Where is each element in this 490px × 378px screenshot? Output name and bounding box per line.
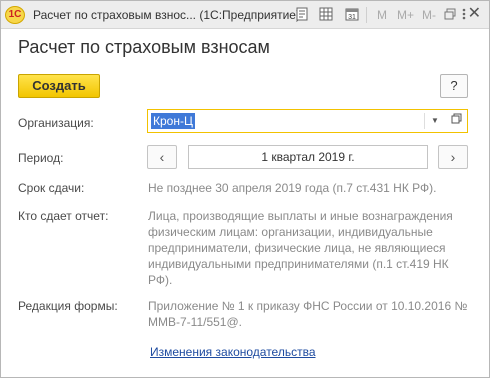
toolbar-separator xyxy=(366,7,367,23)
grid-icon[interactable] xyxy=(318,7,334,23)
open-icon[interactable] xyxy=(448,113,464,129)
field-separator xyxy=(424,113,425,129)
help-button[interactable]: ? xyxy=(440,74,468,98)
deadline-label: Срок сдачи: xyxy=(18,181,85,195)
title-bar: 1С Расчет по страховым взнос... (1С:Пред… xyxy=(1,1,489,29)
calendar-icon[interactable]: 31 xyxy=(344,7,360,23)
law-changes-link[interactable]: Изменения законодательства xyxy=(150,345,316,359)
calendar-day-text: 31 xyxy=(348,14,356,21)
chevron-left-icon: ‹ xyxy=(159,149,165,165)
who-value: Лица, производящие выплаты и иные вознаг… xyxy=(148,209,453,287)
period-field[interactable]: 1 квартал 2019 г. xyxy=(188,145,428,169)
close-icon[interactable]: ✕ xyxy=(468,6,481,22)
create-button[interactable]: Создать xyxy=(18,74,100,98)
memory-button[interactable]: M xyxy=(377,7,387,23)
period-next-button[interactable]: › xyxy=(438,145,468,169)
who-label: Кто сдает отчет: xyxy=(18,209,109,223)
deadline-value: Не позднее 30 апреля 2019 года (п.7 ст.4… xyxy=(148,181,437,195)
chevron-down-icon[interactable]: ▼ xyxy=(428,113,442,129)
restore-icon[interactable] xyxy=(441,7,457,23)
edition-label: Редакция формы: xyxy=(18,299,118,313)
memory-minus-button[interactable]: M- xyxy=(422,7,436,23)
report-window: 1С Расчет по страховым взнос... (1С:Пред… xyxy=(0,0,490,378)
chevron-right-icon: › xyxy=(450,149,456,165)
page-title: Расчет по страховым взносам xyxy=(18,37,270,57)
edition-value: Приложение № 1 к приказу ФНС России от 1… xyxy=(148,299,468,329)
window-title: Расчет по страховым взнос... (1С:Предпри… xyxy=(33,8,300,22)
app-logo-icon[interactable]: 1С xyxy=(5,6,25,24)
organization-label: Организация: xyxy=(18,116,94,130)
organization-field[interactable]: Крон-Ц ▼ xyxy=(147,109,468,133)
period-label: Период: xyxy=(18,151,64,165)
organization-value[interactable]: Крон-Ц xyxy=(151,113,195,129)
document-icon[interactable] xyxy=(294,7,310,23)
memory-plus-button[interactable]: M+ xyxy=(397,7,414,23)
period-prev-button[interactable]: ‹ xyxy=(147,145,177,169)
